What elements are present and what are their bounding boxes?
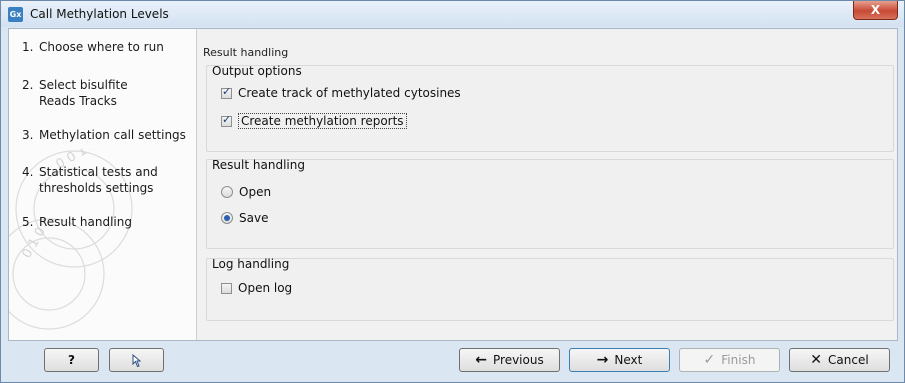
open-label: Open [239, 185, 272, 199]
step-number: 4. [22, 165, 34, 179]
arrow-right-icon: → [596, 352, 609, 368]
output-options-group: Output options Create track of methylate… [206, 64, 894, 152]
step-label: Statistical tests and thresholds setting… [39, 165, 158, 195]
step-number: 3. [22, 128, 34, 142]
cancel-x-icon: ✕ [810, 352, 823, 368]
open-log-checkbox[interactable] [221, 282, 232, 294]
step-number: 2. [22, 78, 34, 92]
cancel-button[interactable]: ✕ Cancel [789, 348, 890, 372]
create-track-option[interactable]: Create track of methylated cytosines [221, 85, 461, 100]
settings-panel: Result handling Output options Create tr… [197, 29, 897, 340]
step-2: 2. Select bisulfite Reads Tracks [22, 77, 164, 109]
help-label: ? [68, 353, 75, 367]
dialog-body: 0 0 1 1 0 1 0 1. Choose where to run 2. Se… [8, 28, 898, 341]
open-log-label: Open log [238, 281, 293, 295]
group-title: Output options [212, 64, 302, 78]
step-number: 1. [22, 40, 34, 54]
log-handling-group: Log handling Open log [206, 257, 894, 321]
save-radio[interactable] [221, 212, 233, 224]
title-bar[interactable]: Gx Call Methylation Levels X [1, 1, 904, 27]
step-label: Select bisulfite Reads Tracks [39, 78, 128, 108]
result-handling-group: Result handling Open Save [206, 158, 894, 249]
create-reports-label: Create methylation reports [238, 113, 407, 129]
panel-heading: Result handling [203, 46, 289, 59]
step-3: 3. Methylation call settings [22, 127, 189, 143]
step-label: Methylation call settings [39, 128, 186, 142]
cancel-label: Cancel [828, 353, 869, 367]
app-icon: Gx [8, 7, 23, 22]
open-option[interactable]: Open [221, 185, 271, 199]
create-reports-option[interactable]: Create methylation reports [221, 113, 407, 129]
next-label: Next [614, 353, 643, 367]
open-log-option[interactable]: Open log [221, 281, 292, 295]
dialog-window: Gx Call Methylation Levels X 0 0 1 1 0 1… [0, 0, 905, 383]
step-4: 4. Statistical tests and thresholds setti… [22, 164, 164, 196]
step-1: 1. Choose where to run [22, 39, 189, 55]
step-label: Result handling [39, 215, 132, 229]
previous-label: Previous [493, 353, 544, 367]
wizard-steps-panel: 0 0 1 1 0 1 0 1. Choose where to run 2. Se… [9, 29, 197, 340]
close-button[interactable]: X [853, 1, 898, 20]
save-option[interactable]: Save [221, 211, 268, 225]
previous-button[interactable]: ← Previous [459, 348, 560, 372]
create-reports-checkbox[interactable] [221, 113, 232, 127]
checkmark-icon: ✓ [703, 352, 716, 368]
group-title: Result handling [212, 158, 305, 172]
group-title: Log handling [212, 257, 290, 271]
next-button[interactable]: → Next [569, 348, 670, 372]
arrow-left-icon: ← [475, 352, 487, 368]
window-title: Call Methylation Levels [30, 7, 169, 21]
svg-text:0 1 0: 0 1 0 [19, 225, 49, 261]
open-radio[interactable] [221, 186, 233, 198]
finish-label: Finish [721, 353, 756, 367]
save-label: Save [239, 211, 269, 225]
step-number: 5. [22, 215, 34, 229]
step-label: Choose where to run [39, 40, 164, 54]
step-5: 5. Result handling [22, 214, 189, 230]
create-track-label: Create track of methylated cytosines [238, 86, 461, 100]
reset-button[interactable] [109, 348, 164, 372]
create-track-checkbox[interactable] [221, 85, 232, 99]
reset-icon [132, 353, 141, 368]
help-button[interactable]: ? [44, 348, 99, 372]
finish-button: ✓ Finish [679, 348, 780, 372]
